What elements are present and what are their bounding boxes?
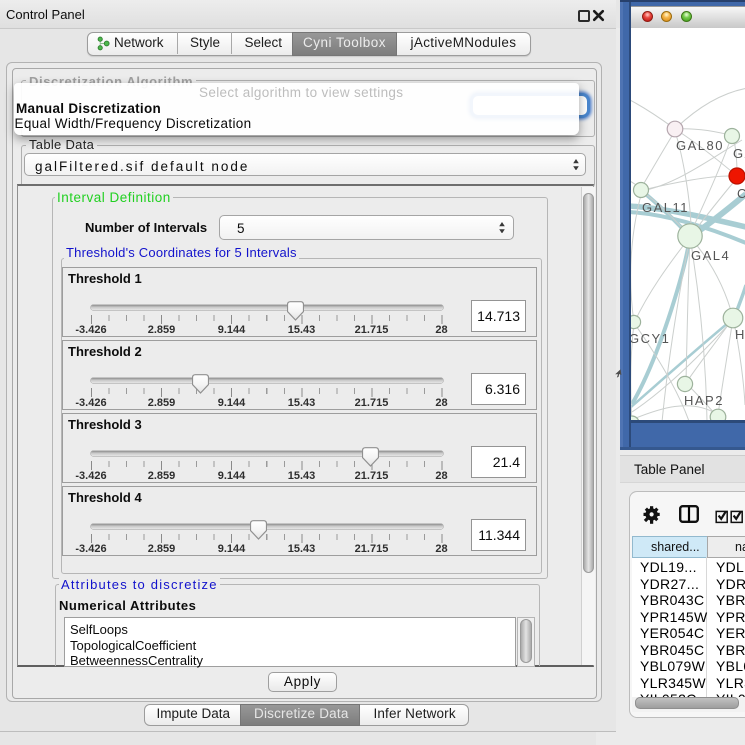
svg-text:H: H bbox=[735, 327, 745, 342]
svg-text:GAL11: GAL11 bbox=[642, 200, 689, 215]
svg-text:GA: GA bbox=[733, 146, 745, 161]
svg-text:C: C bbox=[737, 186, 745, 201]
svg-text:GAL4: GAL4 bbox=[691, 248, 730, 263]
svg-text:HAP2: HAP2 bbox=[684, 393, 724, 408]
svg-text:GAL80: GAL80 bbox=[676, 138, 724, 153]
svg-text:GCY1: GCY1 bbox=[631, 331, 670, 346]
